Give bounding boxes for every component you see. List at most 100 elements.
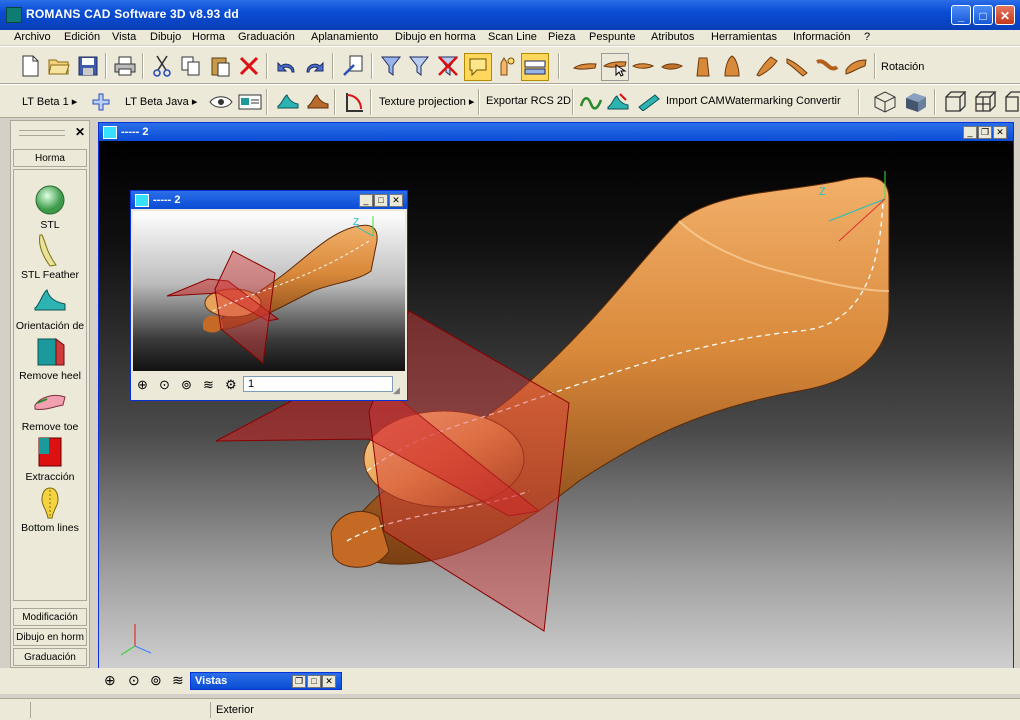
menu-aplanamiento[interactable]: Aplanamiento xyxy=(311,31,378,43)
last-view-bottom-icon[interactable] xyxy=(659,53,685,79)
maximize-button[interactable]: □ xyxy=(973,5,993,25)
eye-view-icon[interactable] xyxy=(208,89,234,115)
watermarking-button[interactable]: Watermarking xyxy=(725,95,793,107)
menu-dibujo-en-horma[interactable]: Dibujo en horma xyxy=(395,31,476,43)
close-button[interactable]: ✕ xyxy=(995,5,1015,25)
last-view-curve-icon[interactable] xyxy=(814,53,840,79)
preview-close-button[interactable]: ✕ xyxy=(389,194,403,207)
minimize-button[interactable]: _ xyxy=(951,5,971,25)
last-view-top-icon[interactable] xyxy=(630,53,656,79)
preview-maximize-button[interactable]: □ xyxy=(374,194,388,207)
open-folder-icon[interactable] xyxy=(46,53,72,79)
tool-remove-toe[interactable]: Remove toe xyxy=(11,385,89,433)
page-field[interactable]: 1 xyxy=(243,376,393,392)
vistas-maximize-button[interactable]: □ xyxy=(307,675,321,688)
settings-icon[interactable]: ⚙ xyxy=(225,377,241,393)
comment-icon[interactable] xyxy=(464,53,492,81)
clear-filter-icon[interactable] xyxy=(435,53,461,79)
menu-informacion[interactable]: Información xyxy=(793,31,850,43)
undo-icon[interactable] xyxy=(273,53,299,79)
menu-help[interactable]: ? xyxy=(864,31,870,43)
wireframe-view-icon[interactable] xyxy=(872,89,898,115)
import-cam-button[interactable]: Import CAM xyxy=(666,95,725,107)
tool-orientacion[interactable]: Orientación de xyxy=(11,284,89,332)
tool-stl[interactable]: STL xyxy=(11,183,89,231)
menu-pespunte[interactable]: Pespunte xyxy=(589,31,635,43)
viewport-restore-button[interactable]: ❐ xyxy=(978,126,992,139)
new-file-icon[interactable] xyxy=(17,53,43,79)
tool-extraccion[interactable]: Extracción xyxy=(11,435,89,483)
save-icon[interactable] xyxy=(75,53,101,79)
menu-vista[interactable]: Vista xyxy=(112,31,136,43)
filter-icon[interactable] xyxy=(406,53,432,79)
convertir-button[interactable]: Convertir xyxy=(796,95,841,107)
panel-grip[interactable] xyxy=(19,130,65,136)
zoom-window-icon[interactable]: ⊚ xyxy=(150,672,162,689)
last-view-side-icon[interactable] xyxy=(572,53,598,79)
last-view-3d-icon[interactable] xyxy=(843,53,869,79)
cube-grid-icon[interactable] xyxy=(972,89,998,115)
cut-icon[interactable] xyxy=(149,53,175,79)
rotation-label[interactable]: Rotación xyxy=(881,61,924,73)
properties-icon[interactable] xyxy=(340,53,366,79)
menu-edicion[interactable]: Edición xyxy=(64,31,100,43)
spline-icon[interactable] xyxy=(578,89,604,115)
tab-modificacion[interactable]: Modificación xyxy=(13,608,87,626)
zoom-window-icon[interactable]: ⊚ xyxy=(181,377,197,393)
menu-archivo[interactable]: Archivo xyxy=(14,31,51,43)
lt-beta-1-dropdown[interactable]: LT Beta 1 ▸ xyxy=(22,95,77,108)
texture-map-icon[interactable] xyxy=(237,89,263,115)
tool-remove-heel[interactable]: Remove heel xyxy=(11,334,89,382)
tool-bottom-lines[interactable]: Bottom lines xyxy=(11,486,89,534)
last-view-active-icon[interactable] xyxy=(601,53,629,81)
texture-projection-dropdown[interactable]: Texture projection ▸ xyxy=(379,95,474,108)
menu-dibujo[interactable]: Dibujo xyxy=(150,31,181,43)
last-view-iso2-icon[interactable] xyxy=(784,53,810,79)
filter-list-icon[interactable] xyxy=(378,53,404,79)
vistas-close-button[interactable]: ✕ xyxy=(322,675,336,688)
viewport-close-button[interactable]: ✕ xyxy=(993,126,1007,139)
last-view-toe-icon[interactable] xyxy=(719,53,745,79)
ruler-icon[interactable] xyxy=(521,53,549,81)
tab-graduacion[interactable]: Graduación xyxy=(13,648,87,666)
vistas-restore-button[interactable]: ❐ xyxy=(292,675,306,688)
menu-horma[interactable]: Horma xyxy=(192,31,225,43)
tab-dibujo-en-horma[interactable]: Dibujo en horm xyxy=(13,628,87,646)
preview-viewport[interactable]: Z xyxy=(133,211,405,371)
lt-beta-java-dropdown[interactable]: LT Beta Java ▸ xyxy=(125,95,197,108)
shoe-blue-icon[interactable] xyxy=(275,89,301,115)
zoom-fit-icon[interactable]: ⊕ xyxy=(137,377,153,393)
last-view-iso-icon[interactable] xyxy=(754,53,780,79)
measure-hand-icon[interactable] xyxy=(493,53,519,79)
delete-icon[interactable] xyxy=(236,53,262,79)
import-cam-icon[interactable] xyxy=(636,89,662,115)
redo-icon[interactable] xyxy=(302,53,328,79)
resize-grip-icon[interactable]: ◢ xyxy=(393,385,400,396)
tool-stl-feather[interactable]: STL Feather xyxy=(11,233,89,281)
layers-icon[interactable]: ≋ xyxy=(172,672,184,689)
menu-herramientas[interactable]: Herramientas xyxy=(711,31,777,43)
zoom-icon[interactable]: ⊙ xyxy=(159,377,175,393)
menu-pieza[interactable]: Pieza xyxy=(548,31,576,43)
paste-icon[interactable] xyxy=(207,53,233,79)
tab-horma[interactable]: Horma xyxy=(13,149,87,167)
copy-icon[interactable] xyxy=(178,53,204,79)
export-rcs-button[interactable]: Exportar RCS 2D xyxy=(486,95,571,107)
print-icon[interactable] xyxy=(112,53,138,79)
add-icon[interactable] xyxy=(88,89,114,115)
preview-minimize-button[interactable]: _ xyxy=(359,194,373,207)
last-view-heel-icon[interactable] xyxy=(690,53,716,79)
cube-front-icon[interactable] xyxy=(942,89,968,115)
panel-close-icon[interactable]: ✕ xyxy=(75,125,85,139)
menu-atributos[interactable]: Atributos xyxy=(651,31,694,43)
solid-view-icon[interactable] xyxy=(902,89,928,115)
layers-icon[interactable]: ≋ xyxy=(203,377,219,393)
cube-side-icon[interactable] xyxy=(1000,89,1020,115)
zoom-fit-icon[interactable]: ⊕ xyxy=(104,672,116,689)
angle-tool-icon[interactable] xyxy=(341,89,367,115)
zoom-icon[interactable]: ⊙ xyxy=(128,672,140,689)
scan-shoe-icon[interactable] xyxy=(605,89,631,115)
menu-scan-line[interactable]: Scan Line xyxy=(488,31,537,43)
viewport-minimize-button[interactable]: _ xyxy=(963,126,977,139)
shoe-brown-icon[interactable] xyxy=(305,89,331,115)
